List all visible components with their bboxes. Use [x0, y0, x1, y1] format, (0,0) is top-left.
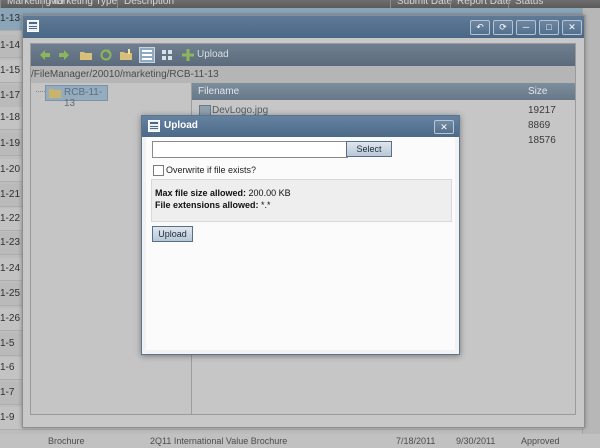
forward-arrow-icon[interactable] — [57, 48, 71, 62]
column-size[interactable]: Size — [528, 86, 547, 97]
grid-header: Marketing ID Marketing Type Description … — [0, 0, 600, 8]
row-id: 1-9 — [0, 412, 15, 423]
file-manager-titlebar[interactable]: ↶ ⟳ ─ □ ✕ — [23, 16, 584, 38]
file-size: 19217 — [528, 105, 556, 116]
upload-dialog-titlebar[interactable]: Upload ✕ — [142, 116, 459, 137]
file-size: 18576 — [528, 135, 556, 146]
upload-plus-icon[interactable] — [181, 48, 195, 62]
row-id: 1-24 — [0, 263, 21, 274]
overwrite-label[interactable]: Overwrite if file exists? — [166, 165, 256, 175]
row-type: Brochure — [48, 436, 85, 446]
row-id: 1-21 — [0, 189, 21, 200]
folder-icon — [49, 89, 61, 98]
column-header-description[interactable]: Description — [117, 0, 174, 8]
list-view-icon[interactable] — [139, 47, 155, 63]
extensions-value: *.* — [261, 200, 271, 210]
minimize-icon[interactable]: ─ — [516, 20, 536, 35]
file-manager-toolbar: Upload — [31, 44, 575, 66]
row-id: 1-14 — [0, 40, 21, 51]
extensions-label: File extensions allowed: — [155, 200, 259, 210]
refresh-icon[interactable]: ⟳ — [493, 20, 513, 35]
row-description: 2Q11 International Value Brochure — [150, 436, 288, 446]
row-id: 1-13 — [0, 13, 21, 24]
restore-icon[interactable]: ↶ — [470, 20, 490, 35]
row-id: 1-26 — [0, 313, 21, 324]
max-size-line: Max file size allowed: 200.00 KB — [155, 188, 291, 198]
row-status: Approved — [521, 436, 560, 446]
close-icon[interactable]: ✕ — [562, 20, 582, 35]
row-id: 1-23 — [0, 237, 21, 248]
upload-button[interactable]: Upload — [152, 226, 193, 242]
max-size-label: Max file size allowed: — [155, 188, 247, 198]
row-id: 1-20 — [0, 164, 21, 175]
select-button[interactable]: Select — [346, 141, 392, 157]
window-icon — [148, 120, 160, 132]
close-icon[interactable]: ✕ — [434, 120, 454, 134]
row-report-date: 9/30/2011 — [456, 436, 496, 446]
column-filename[interactable]: Filename — [198, 86, 239, 97]
row-id: 1-19 — [0, 138, 21, 149]
extensions-line: File extensions allowed: *.* — [155, 200, 271, 210]
row-id: 1-7 — [0, 387, 15, 398]
back-arrow-icon[interactable] — [38, 48, 52, 62]
folder-up-icon[interactable] — [79, 48, 93, 62]
row-id: 1-6 — [0, 362, 15, 373]
row-id: 1-25 — [0, 288, 21, 299]
row-id: 1-15 — [0, 65, 21, 76]
column-header-type[interactable]: Marketing Type — [42, 0, 117, 8]
upload-toolbar-label[interactable]: Upload — [197, 49, 229, 60]
refresh-icon[interactable] — [99, 48, 113, 62]
thumbnail-view-icon[interactable] — [160, 48, 174, 62]
path-bar: /FileManager/20010/marketing/RCB-11-13 — [31, 69, 219, 80]
row-id: 1-5 — [0, 338, 15, 349]
file-list-header: Filename Size — [192, 83, 575, 100]
dialog-title: Upload — [164, 120, 198, 131]
maximize-icon[interactable]: □ — [539, 20, 559, 35]
new-folder-icon[interactable] — [119, 48, 133, 62]
row-id: 1-18 — [0, 112, 21, 123]
tree-connector — [36, 91, 45, 92]
upload-dialog-body: Select Overwrite if file exists? Max fil… — [146, 137, 455, 350]
tree-node-label: RCB-11-13 — [64, 87, 103, 109]
column-header-submit-date[interactable]: Submit Date — [390, 0, 452, 8]
window-icon — [27, 20, 39, 32]
row-submit-date: 7/18/2011 — [396, 436, 436, 446]
file-size: 8869 — [528, 120, 551, 131]
tree-node-selected[interactable]: RCB-11-13 — [45, 85, 108, 109]
upload-info-box: Max file size allowed: 200.00 KB File ex… — [151, 179, 452, 222]
overwrite-checkbox[interactable] — [153, 165, 164, 176]
upload-dialog: Upload ✕ Select Overwrite if file exists… — [141, 115, 460, 355]
column-header-status[interactable]: Status — [508, 0, 543, 8]
file-path-input[interactable] — [152, 141, 348, 158]
max-size-value: 200.00 KB — [248, 188, 291, 198]
table-row[interactable]: Brochure 2Q11 International Value Brochu… — [0, 434, 600, 448]
row-id: 1-22 — [0, 213, 21, 224]
column-header-report-date[interactable]: Report Date — [450, 0, 511, 8]
row-id: 1-17 — [0, 90, 21, 101]
